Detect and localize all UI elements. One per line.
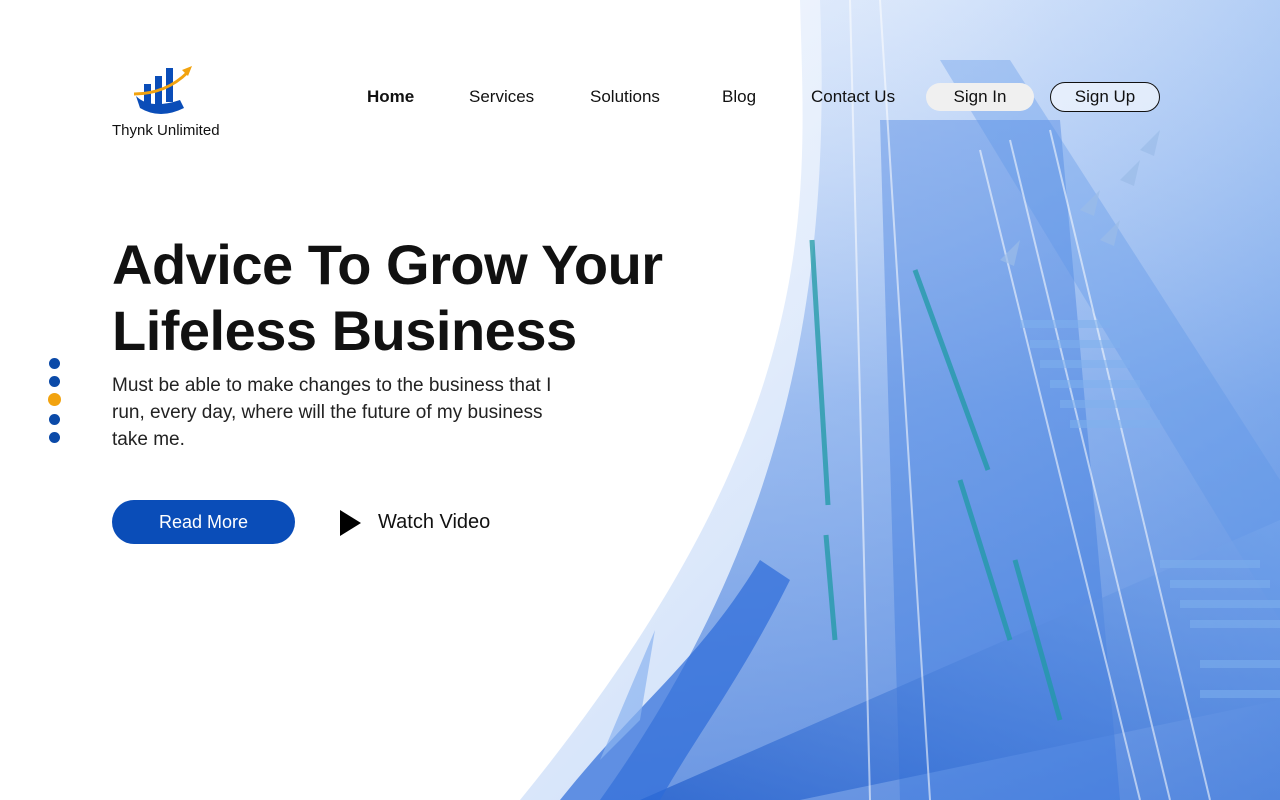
brand-logo[interactable]: Thynk Unlimited	[112, 64, 232, 139]
hero-headline: Advice To Grow Your Lifeless Business	[112, 232, 752, 364]
sign-in-button[interactable]: Sign In	[926, 83, 1034, 111]
sign-up-button[interactable]: Sign Up	[1050, 82, 1160, 112]
nav-item-home[interactable]: Home	[367, 84, 414, 110]
play-icon	[340, 510, 361, 536]
slider-dot-5[interactable]	[49, 432, 60, 443]
watch-video-label: Watch Video	[378, 511, 491, 533]
brand-name: Thynk Unlimited	[112, 122, 220, 139]
nav-item-contact-us[interactable]: Contact Us	[811, 84, 895, 110]
nav-item-blog[interactable]: Blog	[722, 84, 756, 110]
read-more-button[interactable]: Read More	[112, 500, 295, 544]
nav-item-solutions[interactable]: Solutions	[590, 84, 660, 110]
hero-headline-line-1: Advice To Grow Your	[112, 233, 663, 296]
slider-dot-2[interactable]	[49, 376, 60, 387]
slider-dot-1[interactable]	[49, 358, 60, 369]
slider-dot-4[interactable]	[49, 414, 60, 425]
nav-item-services[interactable]: Services	[469, 84, 534, 110]
hero-subtext: Must be able to make changes to the busi…	[112, 375, 552, 450]
hero-headline-line-2: Lifeless Business	[112, 299, 577, 362]
rising-chart-arrow-icon	[133, 66, 192, 114]
slider-dot-3-active[interactable]	[48, 393, 61, 406]
